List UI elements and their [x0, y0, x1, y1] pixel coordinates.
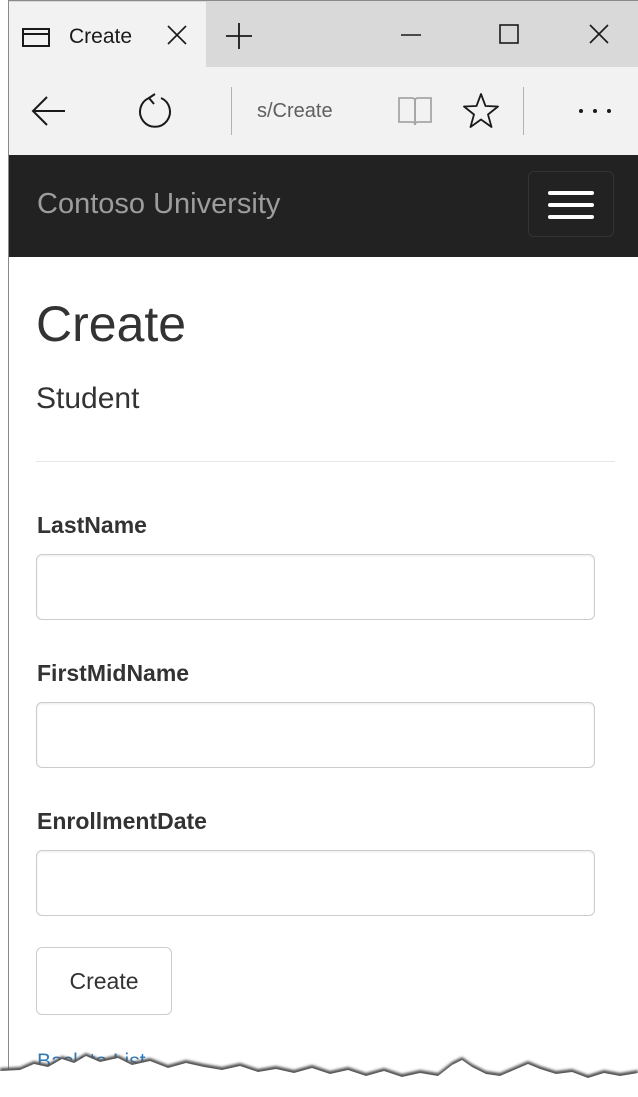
- torn-edge: [0, 1053, 638, 1097]
- tab-title: Create: [69, 25, 133, 48]
- menu-toggle-button[interactable]: [528, 171, 614, 237]
- refresh-icon: [139, 93, 171, 128]
- browser-tab[interactable]: Create: [9, 2, 206, 68]
- new-tab-button[interactable]: [217, 14, 261, 58]
- book-icon: [398, 97, 432, 126]
- more-icon: [579, 109, 611, 113]
- maximize-icon: [499, 24, 519, 44]
- firstmidname-label: FirstMidName: [37, 660, 190, 686]
- back-arrow-icon: [31, 96, 65, 126]
- page-title: Create: [36, 296, 187, 352]
- plus-icon: [226, 23, 252, 49]
- address-text[interactable]: s/Create: [257, 100, 333, 123]
- divider: [36, 461, 615, 462]
- address-separator: [231, 87, 232, 135]
- tab-bar: Create: [9, 0, 638, 68]
- favorite-button[interactable]: [457, 87, 505, 135]
- enrollmentdate-input[interactable]: [36, 850, 595, 916]
- reading-view-button[interactable]: [391, 87, 439, 135]
- more-button[interactable]: [571, 87, 619, 135]
- create-button[interactable]: Create: [36, 947, 172, 1015]
- page-icon: [22, 28, 50, 47]
- page-subtitle: Student: [36, 382, 140, 415]
- minimize-icon: [401, 34, 421, 36]
- close-icon: [589, 24, 609, 44]
- refresh-button[interactable]: [131, 87, 179, 135]
- close-icon: [167, 25, 187, 45]
- address-bar: s/Create: [9, 67, 638, 155]
- tab-close-button[interactable]: [157, 15, 197, 55]
- close-window-button[interactable]: [575, 12, 623, 56]
- toolbar-separator: [523, 87, 524, 135]
- maximize-button[interactable]: [485, 12, 533, 56]
- browser-window: Create s/Create Contoso University Creat…: [8, 0, 638, 1097]
- enrollmentdate-label: EnrollmentDate: [37, 808, 207, 834]
- lastname-label: LastName: [37, 512, 147, 538]
- back-button[interactable]: [25, 87, 73, 135]
- brand-link[interactable]: Contoso University: [37, 188, 280, 221]
- star-icon: [463, 93, 499, 128]
- minimize-button[interactable]: [387, 12, 435, 56]
- lastname-input[interactable]: [36, 554, 595, 620]
- site-navbar: Contoso University: [9, 155, 638, 257]
- main-content: Create Student LastName FirstMidName Enr…: [9, 257, 638, 1097]
- firstmidname-input[interactable]: [36, 702, 595, 768]
